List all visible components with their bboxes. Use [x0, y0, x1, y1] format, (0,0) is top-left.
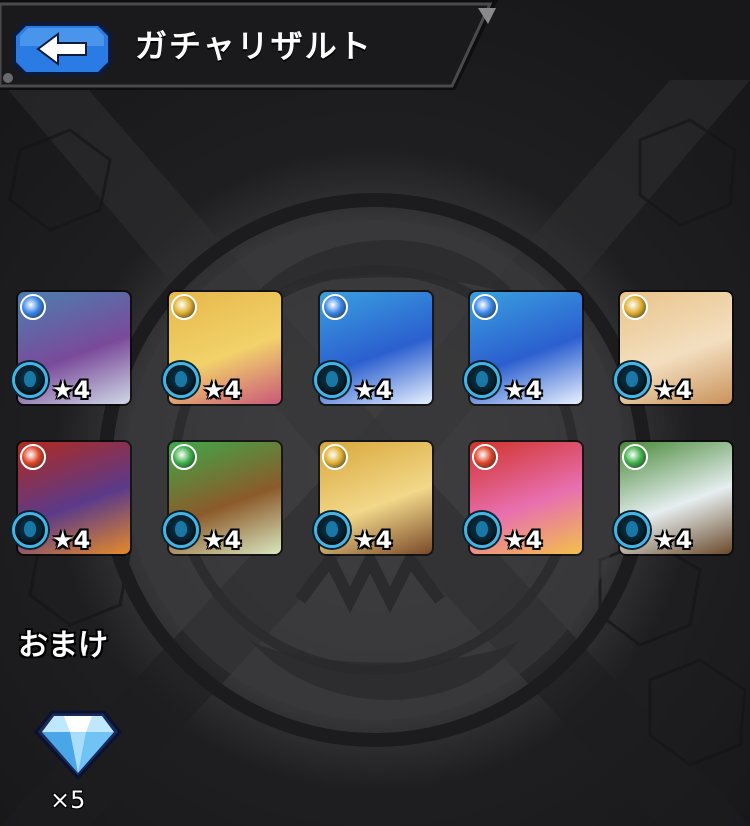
back-button[interactable] — [12, 22, 112, 76]
rarity-label: ★4 — [203, 526, 242, 554]
attribute-icon — [20, 294, 46, 320]
result-card[interactable]: ★4 — [614, 292, 732, 404]
slot-orb-icon — [12, 512, 48, 548]
attribute-icon — [622, 294, 648, 320]
rarity-label: ★4 — [654, 376, 693, 404]
attribute-icon — [472, 294, 498, 320]
result-card[interactable]: ★4 — [464, 442, 582, 554]
attribute-icon — [472, 444, 498, 470]
bonus-count: ×5 — [50, 786, 86, 814]
slot-orb-icon — [163, 362, 199, 398]
slot-orb-icon — [12, 362, 48, 398]
rarity-label: ★4 — [354, 376, 393, 404]
gem-icon — [34, 710, 122, 781]
rarity-label: ★4 — [52, 376, 91, 404]
slot-orb-icon — [163, 512, 199, 548]
slot-orb-icon — [314, 362, 350, 398]
page-title: ガチャリザルト — [135, 27, 373, 65]
back-arrow-icon — [12, 22, 112, 76]
result-card[interactable]: ★4 — [12, 442, 130, 554]
result-card[interactable]: ★4 — [614, 442, 732, 554]
result-card[interactable]: ★4 — [314, 442, 432, 554]
rarity-label: ★4 — [504, 526, 543, 554]
slot-orb-icon — [464, 362, 500, 398]
rarity-label: ★4 — [203, 376, 242, 404]
background — [0, 0, 750, 826]
slot-orb-icon — [614, 362, 650, 398]
attribute-icon — [171, 444, 197, 470]
result-card[interactable]: ★4 — [464, 292, 582, 404]
result-card[interactable]: ★4 — [163, 292, 281, 404]
attribute-icon — [171, 294, 197, 320]
rarity-label: ★4 — [654, 526, 693, 554]
attribute-icon — [622, 444, 648, 470]
attribute-icon — [322, 444, 348, 470]
rarity-label: ★4 — [504, 376, 543, 404]
bonus-label: おまけ — [18, 628, 108, 663]
attribute-icon — [322, 294, 348, 320]
result-card[interactable]: ★4 — [314, 292, 432, 404]
background-pattern — [0, 80, 750, 826]
rarity-label: ★4 — [354, 526, 393, 554]
attribute-icon — [20, 444, 46, 470]
slot-orb-icon — [314, 512, 350, 548]
result-card[interactable]: ★4 — [163, 442, 281, 554]
slot-orb-icon — [614, 512, 650, 548]
header-bar: ガチャリザルト — [0, 0, 500, 90]
result-card[interactable]: ★4 — [12, 292, 130, 404]
slot-orb-icon — [464, 512, 500, 548]
rarity-label: ★4 — [52, 526, 91, 554]
